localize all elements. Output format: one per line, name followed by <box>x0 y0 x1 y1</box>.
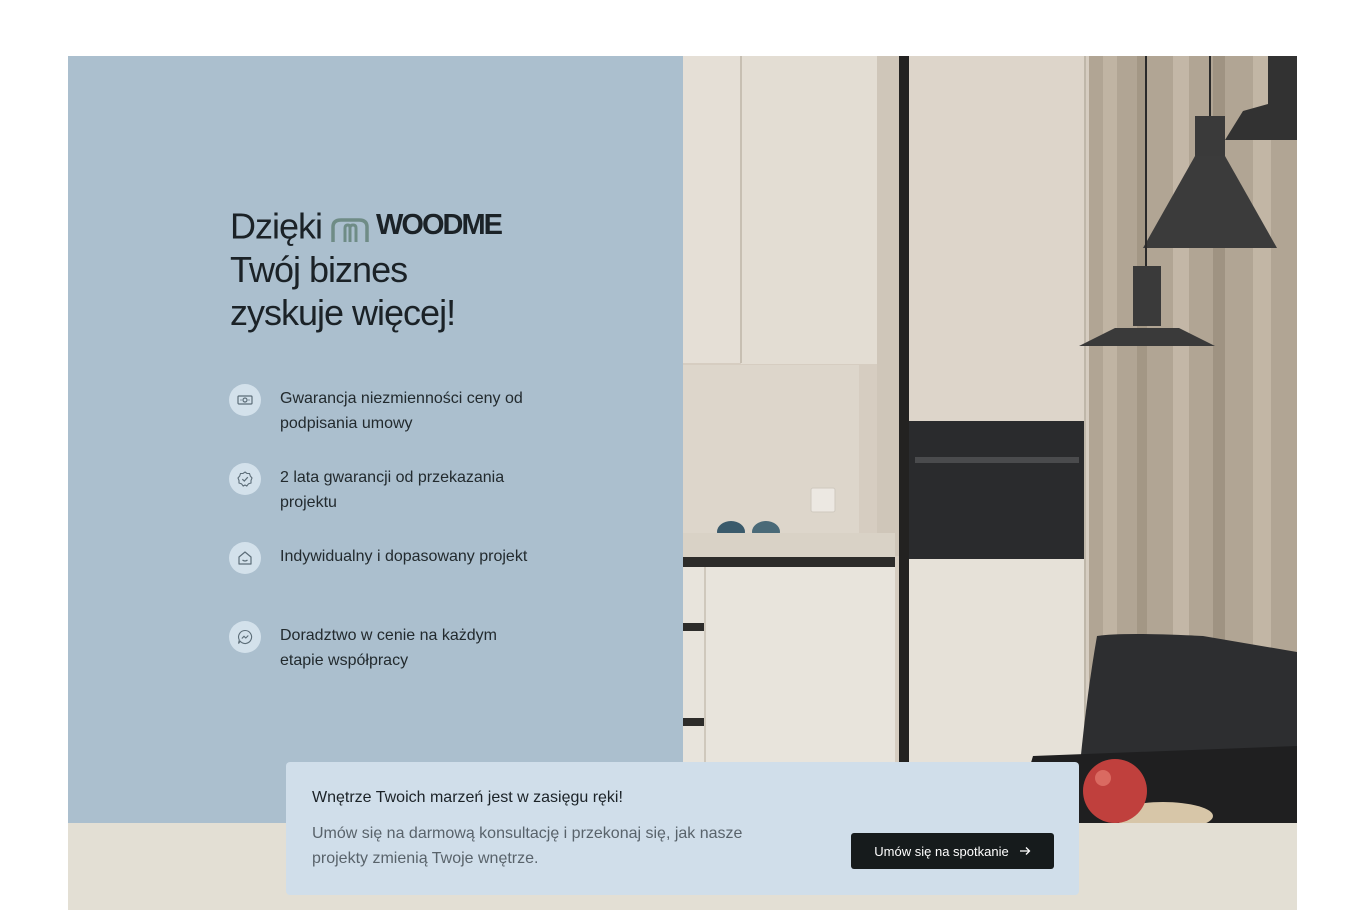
benefit-text: 2 lata gwarancji od przekazania projektu <box>280 469 505 511</box>
hero-left-panel: Dzięki WOODME Twój biznes zyskuje więcej!… <box>68 56 683 823</box>
cta-description: Umów się na darmową konsultację i przeko… <box>312 825 743 867</box>
benefit-item: Indywidualny i dopasowany projekt <box>229 542 529 621</box>
hero-section: Dzięki WOODME Twój biznes zyskuje więcej!… <box>68 56 1297 910</box>
price-tag-icon <box>229 384 261 416</box>
book-meeting-button-label: Umów się na spotkanie <box>874 843 1009 859</box>
headline-line-2: Twój biznes <box>230 248 408 290</box>
arrow-right-icon <box>1019 847 1031 855</box>
home-icon <box>229 542 261 574</box>
benefit-text: Indywidualny i dopasowany projekt <box>280 548 528 565</box>
headline-line-3: zyskuje więcej! <box>230 291 456 333</box>
benefit-item: Gwarancja niezmienności ceny od podpisan… <box>229 384 529 463</box>
brand-name: WOODME <box>376 209 503 241</box>
headline-prefix: Dzięki <box>230 205 323 247</box>
brand-wordmark: WOODME <box>330 204 503 247</box>
book-meeting-button[interactable]: Umów się na spotkanie <box>851 833 1054 869</box>
kitchen-interior-photo <box>683 56 1297 823</box>
headline-line-1: Dzięki WOODME <box>230 204 590 248</box>
cta-title: Wnętrze Twoich marzeń jest w zasięgu ręk… <box>312 789 623 806</box>
badge-check-icon <box>229 463 261 495</box>
headline: Dzięki WOODME Twój biznes zyskuje więcej! <box>230 204 590 334</box>
chat-bubble-icon <box>229 621 261 653</box>
benefit-text: Doradztwo w cenie na każdym etapie współ… <box>280 627 497 669</box>
benefits-list: Gwarancja niezmienności ceny od podpisan… <box>229 384 529 700</box>
benefit-item: 2 lata gwarancji od przekazania projektu <box>229 463 529 542</box>
cta-card: Wnętrze Twoich marzeń jest w zasięgu ręk… <box>286 762 1079 895</box>
woodme-logo-icon <box>331 217 369 242</box>
benefit-item: Doradztwo w cenie na każdym etapie współ… <box>229 621 529 700</box>
benefit-text: Gwarancja niezmienności ceny od podpisan… <box>280 390 523 432</box>
